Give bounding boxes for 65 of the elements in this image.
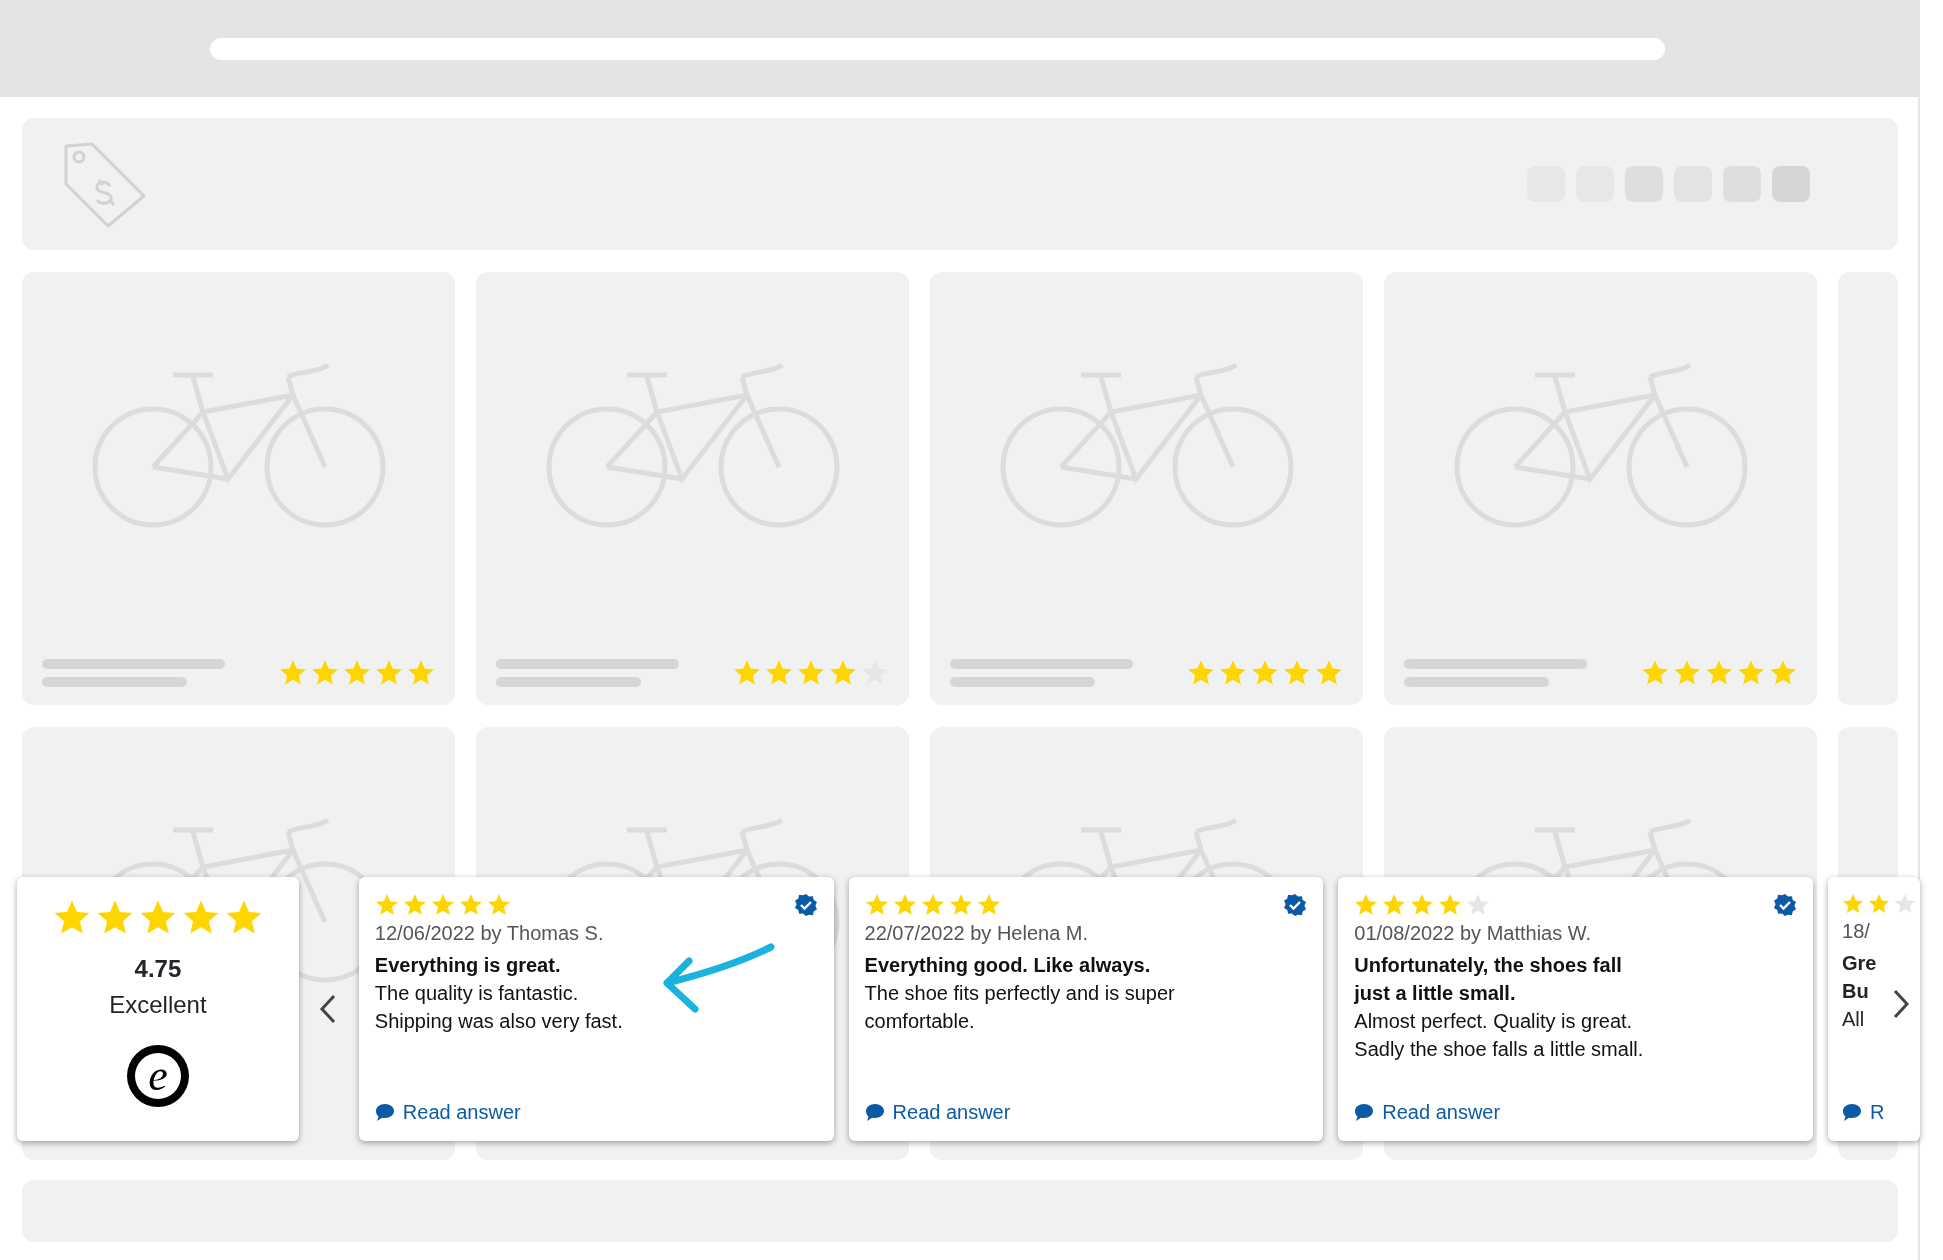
read-answer-link[interactable]: Read answer [1354, 1097, 1798, 1127]
star-icon [1868, 893, 1891, 915]
star-icon [1769, 659, 1797, 687]
read-answer-link[interactable]: Read answer [864, 1097, 1308, 1127]
star-icon [864, 893, 889, 917]
seal-logo: e [126, 1045, 189, 1107]
star-icon [829, 659, 857, 687]
star-icon [765, 659, 793, 687]
star-icon [1705, 659, 1733, 687]
star-icon [1187, 659, 1215, 687]
price-tag-icon [62, 140, 148, 228]
star-icon [374, 893, 399, 917]
review-title: Everything good. Like always. [864, 953, 1151, 978]
review-title: Gre Bu [1842, 951, 1877, 1004]
rating-score: 4.75 [134, 954, 182, 984]
speech-bubble-icon [374, 1102, 395, 1122]
review-text: The quality is fantastic. Shipping was also very fast. [374, 981, 623, 1034]
star-icon [402, 893, 427, 917]
placeholder-square [1772, 166, 1810, 202]
next-button[interactable] [1892, 989, 1911, 1019]
star-icon [311, 659, 339, 687]
star-icon [343, 659, 371, 687]
star-icon [1641, 659, 1669, 687]
review-text: The shoe fits perfectly and is super comfortable. [864, 981, 1175, 1034]
speech-bubble-icon [1842, 1102, 1863, 1122]
star-icon [430, 893, 455, 917]
star-icon [1315, 659, 1343, 687]
review-title: Unfortunately, the shoes fall just a little small. [1354, 953, 1622, 1006]
review-date-author: 18/ [1842, 919, 1870, 944]
star-icon [1410, 893, 1435, 917]
star-icon [948, 893, 973, 917]
review-text: Almost perfect. Quality is great. Sadly the shoe falls a little small. [1354, 1009, 1644, 1062]
star-icon [797, 659, 825, 687]
star-icon [733, 659, 761, 687]
review-text: All [1842, 1007, 1865, 1032]
star-icon [892, 893, 917, 917]
star-icon [1219, 659, 1247, 687]
star-icon [279, 659, 307, 687]
review-title: Everything is great. [374, 953, 561, 978]
review-date-author: 22/07/2022 by Helena M. [864, 921, 1089, 946]
chevron-left-icon [318, 994, 337, 1024]
read-answer-link[interactable]: Read answer [374, 1097, 818, 1127]
speech-bubble-icon [1354, 1102, 1375, 1122]
review-date-author: 01/08/2022 by Matthias W. [1354, 921, 1592, 946]
star-icon [1466, 893, 1491, 917]
star-icon [1842, 893, 1865, 915]
star-icon [1382, 893, 1407, 917]
star-icon [407, 659, 435, 687]
chevron-right-icon [1892, 989, 1911, 1019]
star-icon [458, 893, 483, 917]
star-icon [920, 893, 945, 917]
speech-bubble-icon [864, 1102, 885, 1122]
star-icon [375, 659, 403, 687]
read-answer-link[interactable]: R [1842, 1097, 1920, 1127]
review-date-author: 12/06/2022 by Thomas S. [374, 921, 604, 946]
star-icon [1894, 893, 1917, 915]
star-icon [1438, 893, 1463, 917]
star-icon [1737, 659, 1765, 687]
rating-label: Excellent [109, 990, 207, 1020]
star-icon [1283, 659, 1311, 687]
star-icon [486, 893, 511, 917]
star-icon [1251, 659, 1279, 687]
star-icon [1673, 659, 1701, 687]
star-icon [976, 893, 1001, 917]
star-icon [1354, 893, 1379, 917]
